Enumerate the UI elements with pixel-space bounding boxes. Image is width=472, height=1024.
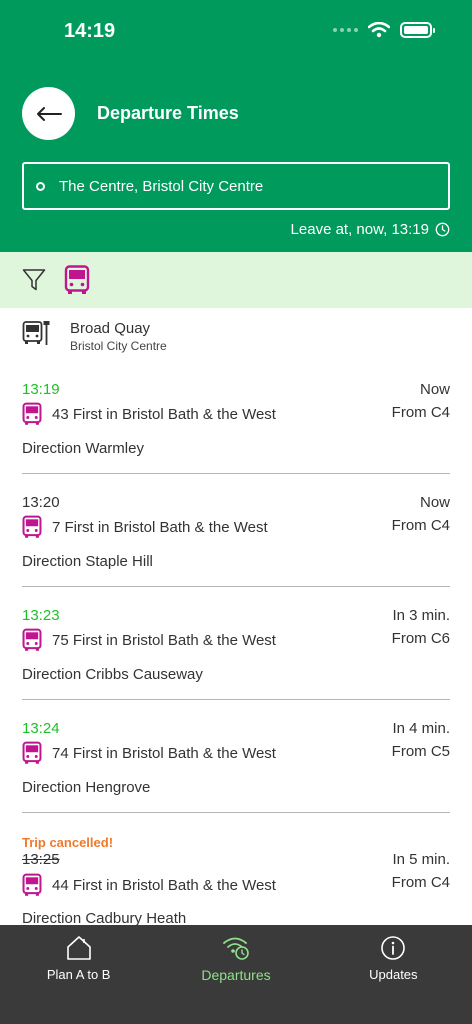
- route-line: 75 First in Bristol Bath & the West: [22, 628, 276, 652]
- status-time: 14:19: [64, 20, 116, 42]
- departure-stand: From C4: [391, 404, 450, 421]
- stop-info: Broad Quay Bristol City Centre: [22, 320, 167, 353]
- back-button[interactable]: [22, 87, 75, 140]
- departure-countdown: Now: [419, 494, 450, 511]
- bus-icon: [22, 873, 42, 896]
- bus-filter-icon[interactable]: [64, 265, 90, 295]
- bus-stop-icon: [22, 321, 50, 345]
- tab-departures[interactable]: Departures: [157, 925, 314, 1024]
- departures-icon: [223, 937, 249, 960]
- tab-label: Updates: [369, 967, 418, 982]
- clock-icon: [435, 222, 450, 237]
- status-icons: [333, 22, 435, 38]
- departure-row[interactable]: 13:20 7 First in Bristol Bath & the West…: [22, 486, 450, 587]
- departure-countdown: In 4 min.: [392, 720, 450, 737]
- bus-icon: [22, 402, 42, 425]
- info-icon: [381, 936, 406, 960]
- tab-updates[interactable]: Updates: [315, 925, 472, 1024]
- departure-direction: Direction Staple Hill: [22, 553, 153, 570]
- departure-countdown: Now: [419, 381, 450, 398]
- departure-countdown: In 3 min.: [392, 607, 450, 624]
- bus-icon: [22, 628, 42, 651]
- location-dot-icon: [36, 181, 45, 191]
- departure-time: 13:25: [22, 851, 60, 868]
- arrow-left-icon: [36, 106, 62, 121]
- route-line: 7 First in Bristol Bath & the West: [22, 515, 268, 539]
- cancelled-notice: Trip cancelled!: [22, 835, 114, 850]
- stop-name: Broad Quay: [70, 320, 151, 337]
- tab-label: Departures: [201, 967, 271, 983]
- departure-time: 13:23: [22, 607, 60, 624]
- departure-direction: Direction Hengrove: [22, 779, 151, 796]
- departure-time: 13:19: [22, 381, 60, 398]
- tab-plan-a-to-b[interactable]: Plan A to B: [0, 925, 157, 1024]
- filter-icon[interactable]: [22, 268, 46, 292]
- route-line: 43 First in Bristol Bath & the West: [22, 402, 276, 426]
- departure-direction: Direction Cribbs Causeway: [22, 666, 203, 683]
- route-label: 44 First in Bristol Bath & the West: [52, 876, 276, 894]
- departure-stand: From C4: [391, 517, 450, 534]
- stop-search-value: The Centre, Bristol City Centre: [59, 177, 264, 195]
- bus-icon: [22, 515, 42, 538]
- wifi-icon: [368, 22, 390, 38]
- bus-icon: [22, 741, 42, 764]
- departure-stand: From C5: [391, 743, 450, 760]
- stop-area: Bristol City Centre: [70, 339, 167, 353]
- departure-time: 13:20: [22, 494, 60, 511]
- route-line: 44 First in Bristol Bath & the West: [22, 873, 276, 897]
- cellular-signal-icon: [333, 28, 358, 32]
- departure-row-cancelled[interactable]: Trip cancelled! 13:25 44 First in Bristo…: [22, 825, 450, 935]
- bottom-tab-bar: Plan A to B Departures Updates: [0, 925, 472, 1024]
- departure-stand: From C4: [391, 874, 450, 891]
- route-label: 43 First in Bristol Bath & the West: [52, 405, 276, 423]
- departure-row[interactable]: 13:24 74 First in Bristol Bath & the Wes…: [22, 712, 450, 813]
- stop-search-field[interactable]: The Centre, Bristol City Centre: [22, 162, 450, 210]
- route-label: 74 First in Bristol Bath & the West: [52, 744, 276, 762]
- battery-icon: [400, 22, 435, 38]
- leave-at-label: Leave at, now, 13:19: [290, 221, 429, 238]
- route-label: 7 First in Bristol Bath & the West: [52, 518, 268, 536]
- home-icon: [66, 936, 91, 960]
- leave-at-selector[interactable]: Leave at, now, 13:19: [291, 221, 450, 238]
- departure-row[interactable]: 13:23 75 First in Bristol Bath & the Wes…: [22, 599, 450, 700]
- departure-countdown: In 5 min.: [392, 851, 450, 868]
- header: 14:19 Departure Times The Centre, Bristo…: [0, 0, 472, 252]
- departure-direction: Direction Warmley: [22, 440, 144, 457]
- departure-stand: From C6: [391, 630, 450, 647]
- departure-row[interactable]: 13:19 43 First in Bristol Bath & the Wes…: [22, 373, 450, 474]
- route-label: 75 First in Bristol Bath & the West: [52, 631, 276, 649]
- tab-label: Plan A to B: [46, 967, 111, 982]
- departure-time: 13:24: [22, 720, 60, 737]
- route-line: 74 First in Bristol Bath & the West: [22, 741, 276, 765]
- filter-bar: [0, 252, 472, 308]
- page-title: Departure Times: [97, 103, 239, 123]
